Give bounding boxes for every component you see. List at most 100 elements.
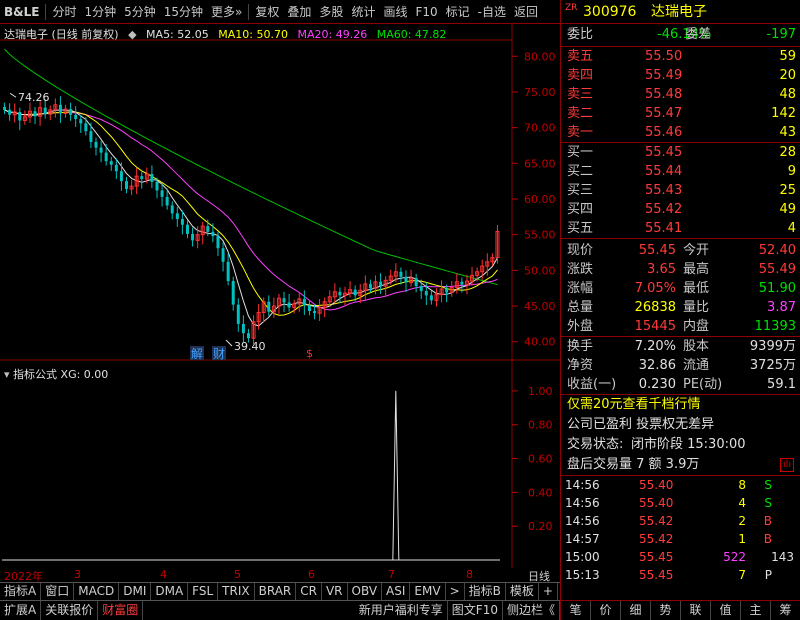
candle-body bbox=[114, 164, 118, 172]
kline-chart[interactable]: 1.00 0.80 0.60 0.40 0.20 80.00 75.00 70.00 65.0… bbox=[0, 24, 560, 568]
tab-template[interactable]: 模板 bbox=[506, 583, 539, 600]
bar-chart-icon[interactable]: ılı bbox=[780, 458, 794, 472]
toolbar-remove-watchlist[interactable]: -自选 bbox=[474, 1, 510, 23]
toolbar-mark[interactable]: 标记 bbox=[442, 1, 474, 23]
tab-extension-a[interactable]: 扩展A bbox=[0, 601, 42, 620]
bid-book: 买一 55.45 28 买二 55.44 9 买三 55.43 25 买四 55.42 49 买五 55.… bbox=[561, 143, 800, 238]
tab-dma[interactable]: DMA bbox=[151, 583, 189, 600]
toolbar-restore-rights[interactable]: 复权 bbox=[251, 1, 283, 23]
tab-cr[interactable]: CR bbox=[296, 583, 322, 600]
bid-level-label: 买二 bbox=[567, 164, 594, 179]
tab-indicator-a[interactable]: 指标A bbox=[0, 583, 42, 600]
toolbar-1min[interactable]: 1分钟 bbox=[80, 1, 120, 23]
bid-price[interactable]: 55.45 bbox=[645, 143, 682, 162]
toolbar-5min[interactable]: 5分钟 bbox=[120, 1, 160, 23]
tab-value[interactable]: 值 bbox=[711, 601, 741, 620]
tab-obv[interactable]: OBV bbox=[348, 583, 383, 600]
sub-axis-label: 0.20 bbox=[528, 520, 553, 533]
fund-label: 换手 bbox=[567, 339, 594, 354]
quote-value: 55.45 bbox=[638, 243, 676, 258]
promo-row[interactable]: 仅需20元查看千档行情 bbox=[561, 395, 800, 415]
candle-body bbox=[424, 291, 428, 296]
toolbar-draw-line[interactable]: 画线 bbox=[379, 1, 411, 23]
tab-indicator-b[interactable]: 指标B bbox=[465, 583, 506, 600]
quote-label: 内盘 bbox=[683, 319, 710, 334]
candle-body bbox=[109, 161, 113, 165]
promo-text[interactable]: 仅需20元查看千档行情 bbox=[567, 395, 701, 415]
tick-price: 55.40 bbox=[639, 478, 674, 492]
tab-linked[interactable]: 联 bbox=[681, 601, 711, 620]
chevron-down-icon[interactable]: ▾ bbox=[4, 368, 10, 381]
toolbar-intraday[interactable]: 分时 bbox=[48, 1, 80, 23]
tab-new-user-benefit[interactable]: 新用户福利专享 bbox=[355, 601, 448, 620]
price-axis-label: 40.00 bbox=[524, 336, 556, 349]
tick-volume: 8 bbox=[738, 478, 746, 492]
candle-body bbox=[221, 248, 225, 262]
quote-panel-tabs: 笔 价 细 势 联 值 主 筹 bbox=[561, 600, 800, 620]
candle-body bbox=[58, 104, 62, 114]
diamond-icon[interactable]: ◆ bbox=[128, 28, 136, 41]
tab-sidebar[interactable]: 侧边栏《 bbox=[503, 601, 560, 620]
tab-macd[interactable]: MACD bbox=[74, 583, 120, 600]
fund-label: 流通 bbox=[683, 358, 710, 373]
quote-label: 外盘 bbox=[567, 319, 594, 334]
quote-value: 51.90 bbox=[758, 281, 796, 296]
toolbar-statistics[interactable]: 统计 bbox=[347, 1, 379, 23]
toolbar-more[interactable]: 更多» bbox=[207, 1, 246, 23]
candle-body bbox=[165, 196, 169, 206]
fundamental-stats: 换手 7.20% 股本 9399万 净资 32.86 流通 3725万 收益(一) 0.230 PE… bbox=[561, 337, 800, 394]
ask-price[interactable]: 55.50 bbox=[645, 47, 682, 66]
tab-trades[interactable]: 笔 bbox=[561, 601, 591, 620]
order-diff-value: -197 bbox=[766, 27, 796, 42]
tab-fsl[interactable]: FSL bbox=[188, 583, 219, 600]
bid-level-label: 买一 bbox=[567, 145, 594, 160]
ask-price[interactable]: 55.48 bbox=[645, 85, 682, 104]
toolbar-overlay[interactable]: 叠加 bbox=[283, 1, 315, 23]
candle-body bbox=[89, 131, 93, 142]
toolbar-15min[interactable]: 15分钟 bbox=[160, 1, 207, 23]
ask-price[interactable]: 55.49 bbox=[645, 66, 682, 85]
tab-detail[interactable]: 细 bbox=[621, 601, 651, 620]
tab-window[interactable]: 窗口 bbox=[41, 583, 75, 600]
tab-chips[interactable]: 筹 bbox=[771, 601, 800, 620]
bid-price[interactable]: 55.41 bbox=[645, 219, 682, 238]
tab-asi[interactable]: ASI bbox=[382, 583, 411, 600]
kline-chart-area[interactable]: 1.00 0.80 0.60 0.40 0.20 80.00 75.00 70.00 65.0… bbox=[0, 24, 560, 568]
tick-list: 14:56 55.40 8 S 14:56 55.40 4 S 14:56 55.42 2 B 14:5… bbox=[561, 476, 800, 584]
candle-body bbox=[170, 205, 174, 214]
notice-row: 公司已盈利 投票权无差异 bbox=[561, 415, 800, 435]
ma5-value: MA5: 52.05 bbox=[146, 28, 209, 41]
tab-wealth-circle[interactable]: 财富圈 bbox=[98, 601, 144, 620]
fund-row: 净资 32.86 流通 3725万 bbox=[561, 356, 800, 375]
tab-related-quotes[interactable]: 关联报价 bbox=[41, 601, 99, 620]
toolbar-back[interactable]: 返回 bbox=[510, 1, 542, 23]
ask-row: 卖三 55.48 48 bbox=[561, 85, 800, 104]
bid-price[interactable]: 55.43 bbox=[645, 181, 682, 200]
sub-indicator-legend: ▾ 指标公式 XG: 0.00 bbox=[4, 366, 108, 382]
bid-price[interactable]: 55.42 bbox=[645, 200, 682, 219]
toolbar-multi-stock[interactable]: 多股 bbox=[315, 1, 347, 23]
toolbar-f10[interactable]: F10 bbox=[411, 1, 441, 23]
tab-scroll-right[interactable]: > bbox=[446, 583, 465, 600]
tab-main[interactable]: 主 bbox=[741, 601, 771, 620]
tab-trend[interactable]: 势 bbox=[651, 601, 681, 620]
bid-row: 买三 55.43 25 bbox=[561, 181, 800, 200]
fund-label: 收益(一) bbox=[567, 377, 617, 392]
tab-dmi[interactable]: DMI bbox=[119, 583, 152, 600]
ask-volume: 59 bbox=[779, 49, 796, 64]
ask-book: 卖五 55.50 59 卖四 55.49 20 卖三 55.48 48 卖二 55.47 142 卖一 5… bbox=[561, 47, 800, 142]
tab-brar[interactable]: BRAR bbox=[255, 583, 297, 600]
tab-vr[interactable]: VR bbox=[322, 583, 348, 600]
bid-volume: 28 bbox=[779, 145, 796, 160]
ask-price[interactable]: 55.46 bbox=[645, 123, 682, 142]
tab-emv[interactable]: EMV bbox=[410, 583, 446, 600]
tab-graphic-f10[interactable]: 图文F10 bbox=[448, 601, 503, 620]
ask-price[interactable]: 55.47 bbox=[645, 104, 682, 123]
bid-price[interactable]: 55.44 bbox=[645, 162, 682, 181]
tab-price[interactable]: 价 bbox=[591, 601, 621, 620]
tab-add[interactable]: + bbox=[539, 583, 558, 600]
tab-trix[interactable]: TRIX bbox=[218, 583, 255, 600]
tick-row: 14:57 55.42 1 B bbox=[561, 530, 800, 548]
candle-body bbox=[8, 109, 12, 115]
candle-body bbox=[399, 271, 403, 277]
